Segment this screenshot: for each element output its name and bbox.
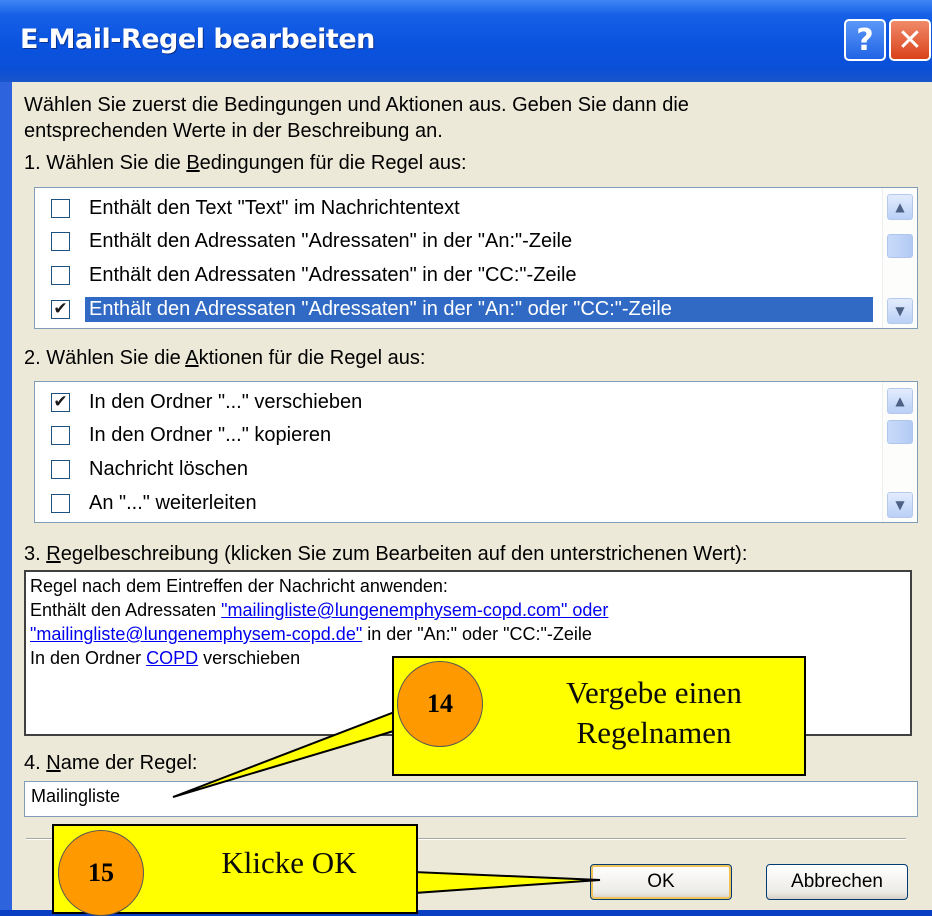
dialog-window: E-Mail-Regel bearbeiten ? ✕ Wählen Sie z… [0, 0, 932, 916]
step-badge-15: 15 [58, 830, 144, 916]
step-badge-14: 14 [397, 661, 483, 747]
callout-14-line2: Regelnamen [576, 715, 732, 750]
callout-15-line1: Klicke OK [221, 845, 357, 880]
callout-14-line1: Vergebe einen [566, 675, 742, 710]
callout-15-pointer [413, 870, 601, 895]
